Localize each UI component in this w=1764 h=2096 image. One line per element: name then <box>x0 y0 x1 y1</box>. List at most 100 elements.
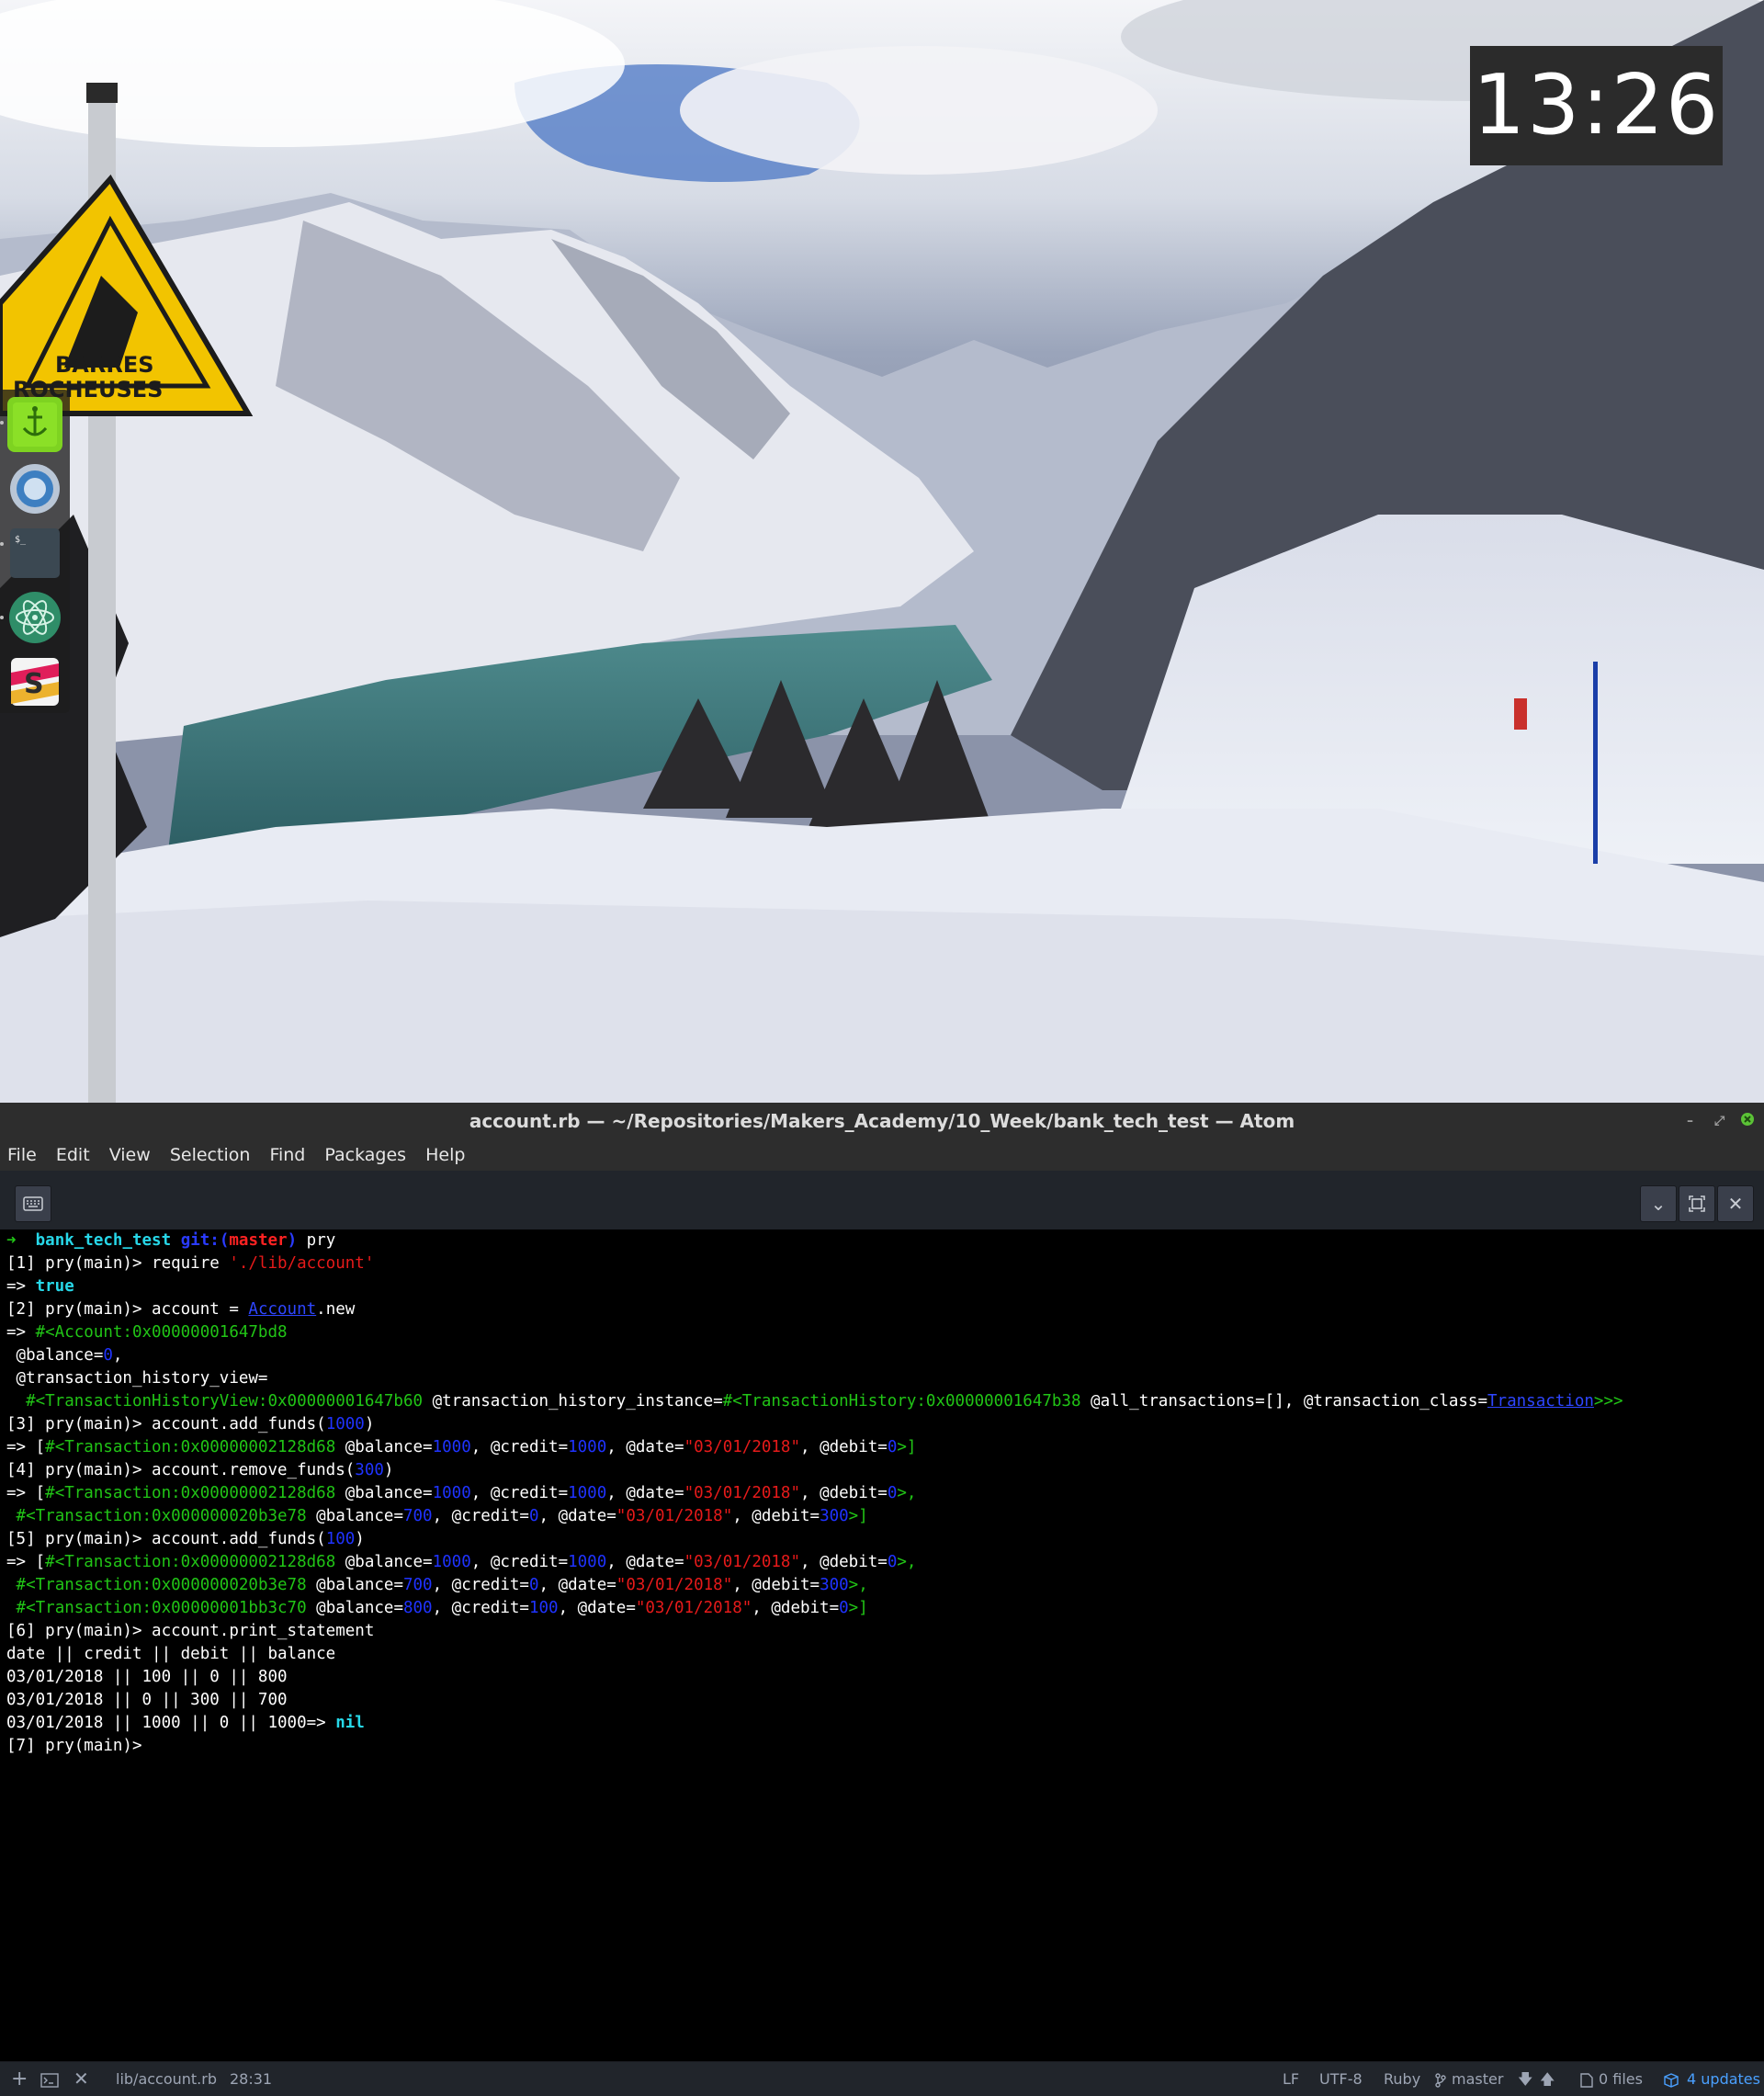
current-file-path[interactable]: lib/account.rb <box>116 2062 217 2096</box>
nil-literal: nil <box>335 1714 365 1732</box>
close-panel-icon[interactable]: ✕ <box>1717 1185 1754 1222</box>
ivar-name: , @debit= <box>752 1599 840 1617</box>
number-literal: 800 <box>402 1599 433 1617</box>
maximize-icon[interactable]: ⤢ <box>1714 1114 1724 1128</box>
ivar-name: , @credit= <box>432 1507 529 1525</box>
keyboard-icon[interactable] <box>15 1185 51 1222</box>
terminal-line: [3] pry(main)> account.add_funds(1000) <box>6 1413 1764 1436</box>
dock-chromium-icon[interactable] <box>7 461 62 516</box>
string-literal: "03/01/2018" <box>616 1576 733 1594</box>
menu-bar: File Edit View Selection Find Packages H… <box>0 1139 1764 1171</box>
punctuation: ) <box>355 1530 365 1548</box>
terminal-line: => [#<Transaction:0x00000002128d68 @bala… <box>6 1436 1764 1459</box>
menu-edit[interactable]: Edit <box>56 1139 90 1171</box>
desktop-wallpaper: BARRES ROCHEUSES 13:26 $_ S <box>0 0 1764 1103</box>
number-literal: 1000 <box>568 1438 607 1456</box>
terminal-panel-toolbar: ⌄ ✕ <box>0 1171 1764 1230</box>
add-terminal-icon[interactable]: + <box>11 2062 28 2096</box>
dock-running-indicator <box>0 616 4 619</box>
dock-terminal-icon[interactable]: $_ <box>7 526 62 581</box>
mountain-wallpaper-image: BARRES ROCHEUSES <box>0 0 1764 1103</box>
object-ref: #<Transaction:0x00000001bb3c70 <box>16 1599 307 1617</box>
terminal-prompt-line[interactable]: [7] pry(main)> <box>6 1735 1764 1758</box>
true-literal: true <box>35 1277 74 1296</box>
prompt-git-close: ) <box>287 1231 298 1250</box>
number-literal: 1000 <box>432 1484 471 1502</box>
prompt-arrow: ➜ <box>6 1231 17 1250</box>
git-push-icon[interactable]: 🡅 <box>1540 2062 1555 2096</box>
chevron-down-icon[interactable]: ⌄ <box>1640 1185 1677 1222</box>
ivar-name: @all_transactions=[], @transaction_class… <box>1080 1392 1488 1411</box>
prompt-branch: master <box>229 1231 288 1250</box>
dock-atom-icon[interactable] <box>7 590 62 645</box>
ivar-name: , @debit= <box>732 1507 820 1525</box>
object-ref: #<Transaction:0x00000002128d68 <box>45 1484 336 1502</box>
ivar-name: , @credit= <box>470 1484 569 1502</box>
window-title: account.rb — ~/Repositories/Makers_Acade… <box>469 1110 1295 1132</box>
terminal-tab-icon[interactable] <box>40 2062 59 2096</box>
statement-header: date || credit || debit || balance <box>6 1645 336 1663</box>
menu-packages[interactable]: Packages <box>324 1139 406 1171</box>
git-branch-icon <box>1435 2062 1446 2096</box>
terminal-line: ➜ bank_tech_test git:(master) pry <box>6 1229 1764 1252</box>
ivar-name: , @debit= <box>800 1484 888 1502</box>
file-icon <box>1580 2062 1593 2096</box>
object-close: >, <box>848 1576 868 1594</box>
statement-row: 03/01/2018 || 0 || 300 || 700 <box>6 1691 288 1709</box>
ivar-name: @transaction_history_instance= <box>423 1392 723 1411</box>
ivar-name: @transaction_history_view= <box>6 1369 268 1388</box>
number-literal: 0 <box>887 1553 898 1571</box>
dock-running-indicator <box>0 421 4 425</box>
menu-view[interactable]: View <box>109 1139 151 1171</box>
terminal-line: => true <box>6 1275 1764 1298</box>
prompt-command: pry <box>297 1231 336 1250</box>
menu-help[interactable]: Help <box>425 1139 465 1171</box>
minimize-icon[interactable]: – <box>1687 1114 1693 1128</box>
status-bar: + ✕ lib/account.rb 28:31 LF UTF-8 Ruby m… <box>0 2061 1764 2096</box>
pry-prompt: [5] pry(main)> account.add_funds( <box>6 1530 326 1548</box>
close-terminal-icon[interactable]: ✕ <box>74 2062 89 2096</box>
pry-prompt: [1] pry(main)> require <box>6 1254 230 1273</box>
desktop-clock: 13:26 <box>1470 46 1723 165</box>
maximize-panel-icon[interactable] <box>1679 1185 1715 1222</box>
changed-files-count[interactable]: 0 files <box>1599 2062 1643 2096</box>
ivar-name: @balance= <box>306 1576 403 1594</box>
menu-find[interactable]: Find <box>269 1139 305 1171</box>
number-literal: 1000 <box>568 1484 607 1502</box>
menu-file[interactable]: File <box>7 1139 37 1171</box>
grammar-selector[interactable]: Ruby <box>1384 2062 1420 2096</box>
terminal-line: [2] pry(main)> account = Account.new <box>6 1298 1764 1321</box>
window-titlebar[interactable]: account.rb — ~/Repositories/Makers_Acade… <box>0 1103 1764 1139</box>
number-literal: 0 <box>528 1507 539 1525</box>
dock-slack-icon[interactable]: S <box>7 654 62 709</box>
cursor-position[interactable]: 28:31 <box>230 2062 272 2096</box>
terminal-line: => [#<Transaction:0x00000002128d68 @bala… <box>6 1482 1764 1505</box>
ivar-name: , @date= <box>558 1599 636 1617</box>
statement-row: 03/01/2018 || 100 || 0 || 800 <box>6 1668 288 1686</box>
string-literal: './lib/account' <box>229 1254 375 1273</box>
ivar-name: , @date= <box>606 1553 684 1571</box>
number-literal: 0 <box>887 1484 898 1502</box>
class-name: Transaction <box>1487 1392 1594 1411</box>
package-updates[interactable]: 4 updates <box>1687 2062 1760 2096</box>
package-updates-icon[interactable] <box>1663 2062 1679 2096</box>
ivar-name: , @date= <box>538 1576 616 1594</box>
file-encoding[interactable]: UTF-8 <box>1319 2062 1363 2096</box>
line-ending[interactable]: LF <box>1283 2062 1299 2096</box>
number-literal: 0 <box>839 1599 849 1617</box>
dock-anchor-app-icon[interactable] <box>7 397 62 452</box>
svg-text:$_: $_ <box>15 535 27 545</box>
ivar-name: , @date= <box>538 1507 616 1525</box>
terminal-output[interactable]: ➜ bank_tech_test git:(master) pry [1] pr… <box>0 1229 1764 2056</box>
close-window-icon[interactable] <box>1740 1112 1755 1130</box>
object-close: >, <box>897 1553 917 1571</box>
object-ref: #<TransactionHistory:0x00000001647b38 <box>722 1392 1081 1411</box>
git-pull-icon[interactable]: 🡇 <box>1518 2062 1532 2096</box>
number-literal: 0 <box>528 1576 539 1594</box>
git-branch[interactable]: master <box>1452 2062 1503 2096</box>
svg-text:S: S <box>24 668 44 700</box>
result-arrow: => <box>6 1323 36 1342</box>
menu-selection[interactable]: Selection <box>170 1139 251 1171</box>
